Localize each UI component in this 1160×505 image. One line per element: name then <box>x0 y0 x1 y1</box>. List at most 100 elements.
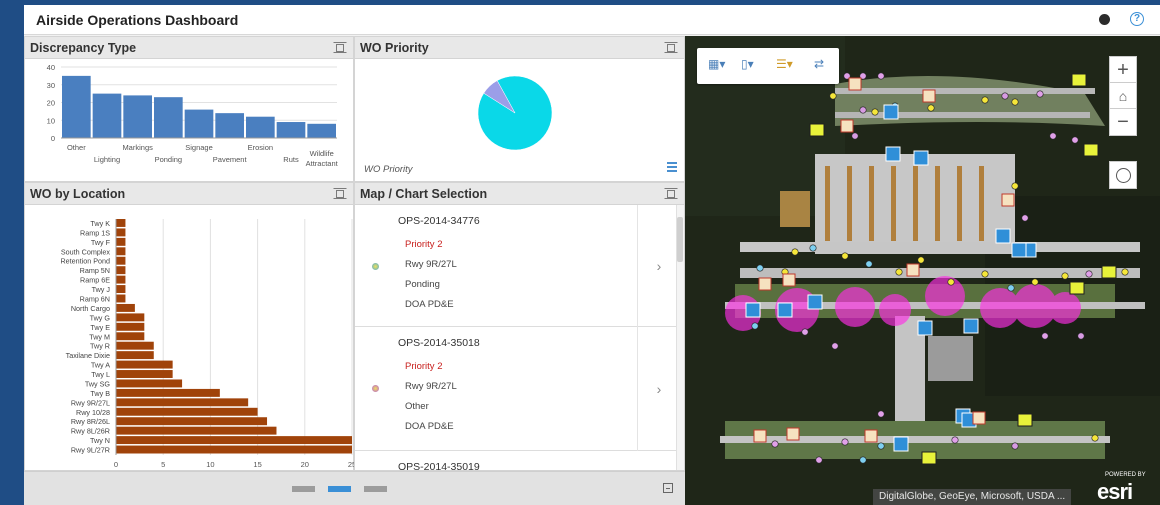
map-view[interactable]: ▦▾ ▯▾ ☰▾ ⇄ + ⌂ − DigitalGlobe, GeoEye, M… <box>685 36 1160 505</box>
scrollbar[interactable] <box>676 205 684 470</box>
bar <box>116 237 126 246</box>
status-dot-icon[interactable] <box>1099 14 1110 25</box>
priority-panel: WO Priority WO Priority <box>354 36 685 182</box>
map-point <box>1011 442 1019 450</box>
discrepancy-panel: Discrepancy Type 0 10 20 30 40 Other Lighting M… <box>24 36 354 182</box>
dashboard-frame: Airside Operations Dashboard ? Discrepan… <box>24 5 1160 505</box>
map-point <box>1071 136 1079 144</box>
crane-marker <box>917 320 933 336</box>
bar <box>116 275 126 284</box>
map-point <box>1001 92 1009 100</box>
bar <box>116 332 145 341</box>
y-tick-label: North Cargo <box>71 304 110 313</box>
bar <box>215 113 244 138</box>
measure-icon[interactable]: ⇄ <box>814 57 824 75</box>
bar <box>116 388 220 397</box>
y-tick-label: 30 <box>47 81 55 90</box>
bar <box>116 219 126 227</box>
collapse-icon[interactable] <box>663 483 673 493</box>
x-tick-label: 0 <box>114 460 118 469</box>
crane-marker <box>777 302 793 318</box>
y-tick-label: Ramp 1S <box>80 228 110 237</box>
bar <box>116 303 135 312</box>
maximize-icon[interactable] <box>664 42 678 53</box>
chevron-right-icon[interactable]: › <box>637 205 680 327</box>
y-tick-label: Twy N <box>90 436 110 445</box>
x-tick-label: 5 <box>161 460 165 469</box>
y-tick-label: Rwy 9R/27L <box>71 398 110 407</box>
map-toolbar: ▦▾ ▯▾ ☰▾ ⇄ <box>697 48 839 84</box>
list-icon[interactable] <box>667 162 677 172</box>
zoom-out-button[interactable]: − <box>1109 108 1137 136</box>
item-type: Other <box>405 401 429 412</box>
home-icon[interactable]: ⌂ <box>1109 82 1137 110</box>
map-point <box>1011 98 1019 106</box>
map-point <box>1031 278 1039 286</box>
x-tick-label: Lighting <box>94 155 120 164</box>
flag-marker <box>1083 143 1099 157</box>
y-tick-label: Retention Pond <box>60 257 110 266</box>
y-tick-label: 10 <box>47 116 55 125</box>
panel-title: WO by Location <box>30 187 126 201</box>
y-tick-label: Twy A <box>91 361 110 370</box>
warning-marker <box>782 273 796 287</box>
x-tick-label: Ruts <box>283 155 299 164</box>
map-point <box>877 410 885 418</box>
bar <box>116 341 154 350</box>
list-item[interactable]: OPS-2014-35019 <box>355 451 680 470</box>
map-point <box>801 328 809 336</box>
bar <box>116 398 249 407</box>
panel-header: Map / Chart Selection <box>355 183 684 205</box>
panel-title: WO Priority <box>360 41 429 55</box>
chevron-right-icon[interactable]: › <box>637 327 680 451</box>
y-tick-label: 40 <box>47 63 55 72</box>
discrepancy-chart: 0 10 20 30 40 Other LightingMarkingsPondingSig… <box>47 63 339 168</box>
bar <box>116 426 277 435</box>
map-point <box>841 438 849 446</box>
map-point <box>1049 132 1057 140</box>
x-tick-label: Wildlife <box>310 149 334 158</box>
bar <box>123 95 152 138</box>
scroll-thumb[interactable] <box>677 217 683 262</box>
item-priority: Priority 2 <box>405 239 443 250</box>
bar <box>92 93 122 138</box>
list-item[interactable]: OPS-2014-35018 Priority 2 Rwy 9R/27L Oth… <box>355 327 680 451</box>
item-dept: DOA PD&E <box>405 299 454 310</box>
page-indicator-3[interactable] <box>364 486 387 492</box>
x-tick-label: Other <box>67 143 86 152</box>
page-indicator-1[interactable] <box>292 486 315 492</box>
map-point <box>851 132 859 140</box>
crane-marker <box>883 104 899 120</box>
y-tick-label: Twy G <box>90 313 111 322</box>
map-point <box>895 268 903 276</box>
maximize-icon[interactable] <box>333 188 347 199</box>
panel-header: Discrepancy Type <box>25 37 353 59</box>
list-item[interactable]: OPS-2014-34776 Priority 2 Rwy 9R/27L Pon… <box>355 205 680 327</box>
bar <box>116 322 145 331</box>
y-tick-label: Twy M <box>89 332 110 341</box>
flag-marker <box>1069 281 1085 295</box>
warning-marker <box>786 427 800 441</box>
bar <box>116 417 268 426</box>
y-tick-label: Rwy 8L/26R <box>71 427 110 436</box>
locate-button[interactable] <box>1109 161 1137 189</box>
warning-marker <box>848 77 862 91</box>
map-point <box>1085 270 1093 278</box>
panel-header: WO by Location <box>25 183 353 205</box>
maximize-icon[interactable] <box>664 188 678 199</box>
maximize-icon[interactable] <box>333 42 347 53</box>
layers-icon[interactable]: ▯▾ <box>741 57 754 75</box>
x-tick-label: 10 <box>206 460 214 469</box>
y-tick-label: South Complex <box>61 247 111 256</box>
crane-marker <box>963 318 979 334</box>
basemap-icon[interactable]: ▦▾ <box>708 57 725 75</box>
crane-marker <box>913 150 929 166</box>
help-icon[interactable]: ? <box>1130 12 1144 26</box>
zoom-in-button[interactable]: + <box>1109 56 1137 84</box>
map-canvas[interactable] <box>685 36 1160 505</box>
item-id: OPS-2014-35018 <box>398 337 480 349</box>
page-indicator-2[interactable] <box>328 486 351 492</box>
legend-icon[interactable]: ☰▾ <box>776 57 793 75</box>
warning-marker <box>840 119 854 133</box>
x-tick-label: Ponding <box>155 155 183 164</box>
